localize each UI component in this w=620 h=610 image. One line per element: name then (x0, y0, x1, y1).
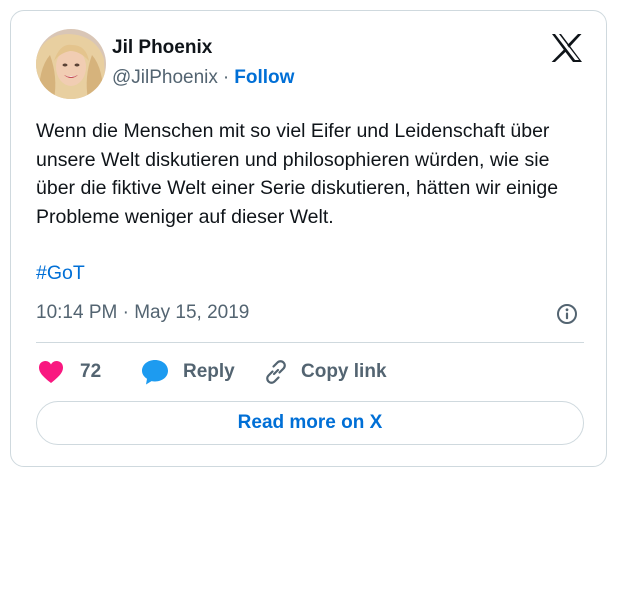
tweet-card: Jil Phoenix @JilPhoenix · Follow Wenn die … (10, 10, 607, 467)
reply-label: Reply (183, 361, 235, 382)
copy-link-label: Copy link (301, 361, 387, 382)
tweet-timestamp[interactable]: 10:14 PM · May 15, 2019 (36, 299, 249, 327)
reply-button[interactable]: Reply (141, 356, 235, 388)
reply-bubble-icon (142, 360, 168, 385)
author-handle-row: @JilPhoenix · Follow (112, 66, 294, 90)
heart-icon (39, 361, 63, 383)
info-icon[interactable] (556, 303, 578, 325)
author-handle[interactable]: @JilPhoenix (112, 67, 218, 88)
avatar-photo (36, 29, 106, 99)
separator-dot: · (222, 67, 230, 88)
hashtag-link[interactable]: #GoT (36, 259, 85, 287)
author-avatar[interactable] (36, 29, 106, 99)
x-logo-icon[interactable] (551, 33, 583, 63)
read-more-button[interactable]: Read more on X (36, 401, 584, 445)
follow-link[interactable]: Follow (234, 67, 294, 88)
tweet-text: Wenn die Menschen mit so viel Eifer und … (36, 120, 559, 228)
author-name[interactable]: Jil Phoenix (112, 36, 212, 60)
copy-link-button[interactable]: Copy link (263, 356, 387, 388)
like-button[interactable]: 72 (38, 356, 101, 388)
divider (36, 342, 584, 343)
like-count: 72 (80, 361, 102, 382)
link-icon (266, 360, 286, 384)
